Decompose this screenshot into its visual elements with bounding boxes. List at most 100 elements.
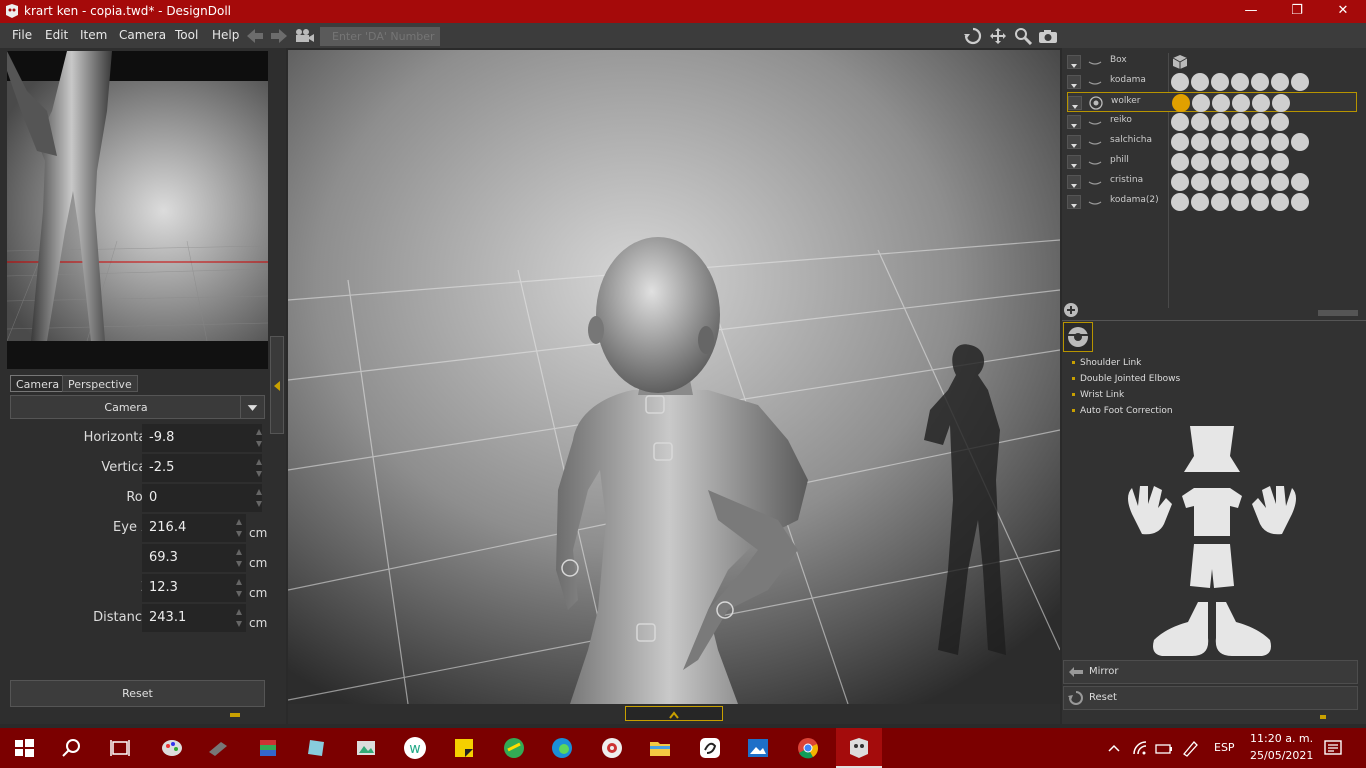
eye-closed-icon[interactable] <box>1087 194 1103 210</box>
doll-mode-button[interactable] <box>1063 322 1093 352</box>
camera-preview[interactable] <box>7 51 268 369</box>
chevron-down-icon[interactable] <box>240 396 264 418</box>
language-indicator[interactable]: ESP <box>1214 741 1235 754</box>
move-tool-icon[interactable] <box>1171 193 1189 211</box>
menu-edit[interactable]: Edit <box>45 28 68 42</box>
move-tool-icon[interactable] <box>1172 94 1190 112</box>
slash-tool-icon[interactable] <box>1291 73 1309 91</box>
menu-help[interactable]: Help <box>212 28 239 42</box>
menu-camera[interactable]: Camera <box>119 28 166 42</box>
pose-tool-icon[interactable] <box>1191 133 1209 151</box>
w-app-icon[interactable]: w <box>403 736 427 760</box>
search-icon[interactable] <box>60 736 84 760</box>
hand-tool-icon[interactable] <box>1251 193 1269 211</box>
edge-browser-icon[interactable] <box>550 736 574 760</box>
reset-pose-button[interactable]: Reset <box>1063 686 1358 710</box>
doll-row-reiko[interactable]: reiko <box>1067 112 1357 132</box>
photos-app-icon[interactable] <box>746 736 770 760</box>
eye-x-field[interactable]: 216.4 <box>142 514 246 542</box>
clock-date[interactable]: 25/05/2021 <box>1250 749 1313 762</box>
grip-tool-icon[interactable] <box>1271 113 1289 131</box>
image-viewer-app-icon[interactable] <box>354 736 378 760</box>
expand-dropdown-icon[interactable] <box>1067 135 1081 149</box>
pose-tool-icon[interactable] <box>1191 73 1209 91</box>
zoom-tool-icon[interactable] <box>1211 133 1229 151</box>
spinner-icon[interactable] <box>256 427 262 449</box>
expand-dropdown-icon[interactable] <box>1068 96 1082 110</box>
rotate-tool-icon[interactable] <box>1231 133 1249 151</box>
head-part-icon[interactable] <box>1184 426 1240 472</box>
option-wrist-link[interactable]: Wrist Link <box>1072 390 1124 400</box>
video-camera-icon[interactable] <box>294 28 316 44</box>
rotate-tool-icon[interactable] <box>1231 193 1249 211</box>
close-button[interactable]: ✕ <box>1320 0 1366 23</box>
task-view-icon[interactable] <box>108 736 132 760</box>
reset-camera-button[interactable]: Reset <box>10 680 265 707</box>
torso-part-icon[interactable] <box>1182 488 1242 536</box>
menu-file[interactable]: File <box>12 28 32 42</box>
horizontal-field[interactable]: -9.8 <box>142 424 262 452</box>
doll-row-box[interactable]: Box <box>1067 52 1357 72</box>
media-player-app-icon[interactable] <box>600 736 624 760</box>
notes-app-icon[interactable] <box>304 736 328 760</box>
hand-tool-icon[interactable] <box>1251 173 1269 191</box>
spinner-icon[interactable] <box>256 487 262 509</box>
rotate-tool-icon[interactable] <box>1231 113 1249 131</box>
panel-resize-handle[interactable] <box>1318 310 1358 316</box>
spinner-icon[interactable] <box>236 547 242 569</box>
collapse-left-panel-button[interactable] <box>270 336 284 434</box>
sticky-notes-app-icon[interactable] <box>452 736 476 760</box>
hips-part-icon[interactable] <box>1190 544 1234 588</box>
grip-tool-icon[interactable] <box>1271 193 1289 211</box>
3d-viewport[interactable] <box>288 50 1060 704</box>
menu-tool[interactable]: Tool <box>175 28 198 42</box>
greenshot-app-icon[interactable] <box>502 736 526 760</box>
rotate-tool-icon[interactable] <box>1232 94 1250 112</box>
grip-tool-icon[interactable] <box>1271 153 1289 171</box>
forward-arrow-icon[interactable] <box>270 28 288 44</box>
roll-field[interactable]: 0 <box>142 484 262 512</box>
notifications-icon[interactable] <box>1322 736 1344 760</box>
spinner-icon[interactable] <box>236 577 242 599</box>
move-icon[interactable] <box>988 27 1008 45</box>
mirror-button[interactable]: Mirror <box>1063 660 1358 684</box>
slash-tool-icon[interactable] <box>1291 133 1309 151</box>
feet-part-icon[interactable] <box>1153 602 1271 656</box>
hand-tool-icon[interactable] <box>1251 153 1269 171</box>
camera-mode-dropdown[interactable]: Camera <box>10 395 265 419</box>
right-hand-part-icon[interactable] <box>1252 486 1296 535</box>
rotate-tool-icon[interactable] <box>1231 153 1249 171</box>
pose-tool-icon[interactable] <box>1191 153 1209 171</box>
slash-tool-icon[interactable] <box>1291 193 1309 211</box>
move-tool-icon[interactable] <box>1171 73 1189 91</box>
pose-tool-icon[interactable] <box>1191 173 1209 191</box>
pen-icon[interactable] <box>1180 736 1200 760</box>
tab-camera[interactable]: Camera <box>10 375 66 392</box>
spinner-icon[interactable] <box>236 517 242 539</box>
doll-row-kodama[interactable]: kodama <box>1067 72 1357 92</box>
grip-tool-icon[interactable] <box>1271 173 1289 191</box>
rotate-icon[interactable] <box>963 27 983 45</box>
line-app-icon[interactable] <box>698 736 722 760</box>
zoom-tool-icon[interactable] <box>1212 94 1230 112</box>
rotate-tool-icon[interactable] <box>1231 173 1249 191</box>
eye-open-icon[interactable] <box>1088 95 1104 111</box>
move-tool-icon[interactable] <box>1171 133 1189 151</box>
spinner-icon[interactable] <box>236 607 242 629</box>
back-arrow-icon[interactable] <box>246 28 264 44</box>
menu-item[interactable]: Item <box>80 28 107 42</box>
chrome-browser-icon[interactable] <box>796 736 820 760</box>
expand-dropdown-icon[interactable] <box>1067 155 1081 169</box>
move-tool-icon[interactable] <box>1171 153 1189 171</box>
move-tool-icon[interactable] <box>1171 113 1189 131</box>
winrar-app-icon[interactable] <box>256 736 280 760</box>
drive-app-icon[interactable] <box>206 736 230 760</box>
slash-tool-icon[interactable] <box>1291 173 1309 191</box>
doll-row-wolker[interactable]: wolker <box>1067 92 1357 112</box>
distance-field[interactable]: 243.1 <box>142 604 246 632</box>
expand-dropdown-icon[interactable] <box>1067 175 1081 189</box>
eye-y-field[interactable]: 69.3 <box>142 544 246 572</box>
battery-icon[interactable] <box>1154 736 1174 760</box>
designdoll-taskbar-button[interactable] <box>836 728 882 768</box>
spinner-icon[interactable] <box>256 457 262 479</box>
